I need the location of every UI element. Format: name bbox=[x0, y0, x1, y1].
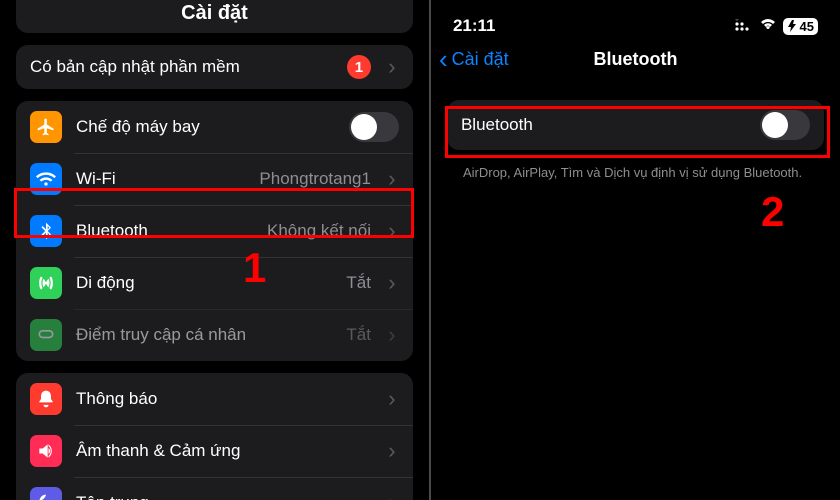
chevron-right-icon: › bbox=[385, 388, 399, 410]
sounds-label: Âm thanh & Cảm ứng bbox=[76, 441, 371, 461]
notifications-label: Thông báo bbox=[76, 389, 371, 409]
hotspot-row[interactable]: Điểm truy cập cá nhân Tắt › bbox=[16, 309, 413, 361]
step-number-1: 1 bbox=[243, 244, 266, 292]
network-group: Chế độ máy bay Wi-Fi Phongtrotang1 › Blu… bbox=[16, 101, 413, 361]
battery-percent: 45 bbox=[800, 19, 814, 34]
bluetooth-caption: AirDrop, AirPlay, Tìm và Dịch vụ định vị… bbox=[431, 156, 840, 182]
hotspot-icon bbox=[30, 319, 62, 351]
focus-row[interactable]: Tập trung › bbox=[16, 477, 413, 500]
bluetooth-value: Không kết nối bbox=[267, 221, 371, 241]
chevron-right-icon: › bbox=[385, 440, 399, 462]
hotspot-value: Tắt bbox=[346, 325, 371, 345]
sounds-row[interactable]: Âm thanh & Cảm ứng › bbox=[16, 425, 413, 477]
wifi-row[interactable]: Wi-Fi Phongtrotang1 › bbox=[16, 153, 413, 205]
chevron-right-icon: › bbox=[385, 272, 399, 294]
nav-bar: ‹ Cài đặt Bluetooth bbox=[431, 40, 840, 82]
back-button[interactable]: ‹ Cài đặt bbox=[439, 46, 509, 72]
chevron-right-icon: › bbox=[385, 492, 399, 500]
cellular-value: Tắt bbox=[346, 273, 371, 293]
battery-indicator: 45 bbox=[783, 18, 818, 35]
update-badge: 1 bbox=[347, 55, 371, 79]
chevron-left-icon: ‹ bbox=[439, 46, 448, 72]
bluetooth-icon bbox=[30, 215, 62, 247]
cellular-label: Di động bbox=[76, 273, 332, 293]
chevron-right-icon: › bbox=[385, 168, 399, 190]
cellular-row[interactable]: Di động Tắt › bbox=[16, 257, 413, 309]
notifications-row[interactable]: Thông báo › bbox=[16, 373, 413, 425]
airplane-mode-row[interactable]: Chế độ máy bay bbox=[16, 101, 413, 153]
back-label: Cài đặt bbox=[452, 49, 509, 70]
bluetooth-settings-screen: 21:11 45 ‹ Cài đặt Bluetooth Bluetooth A… bbox=[431, 0, 840, 500]
notifications-icon bbox=[30, 383, 62, 415]
bluetooth-toggle[interactable] bbox=[760, 110, 810, 140]
software-update-label: Có bản cập nhật phần mềm bbox=[30, 57, 333, 77]
alerts-group: Thông báo › Âm thanh & Cảm ứng › Tập tru… bbox=[16, 373, 413, 500]
chevron-right-icon: › bbox=[385, 56, 399, 78]
settings-main-screen: Cài đặt Có bản cập nhật phần mềm 1 › Chế… bbox=[0, 0, 429, 500]
signal-icon bbox=[735, 16, 753, 36]
airplane-label: Chế độ máy bay bbox=[76, 117, 335, 137]
wifi-value: Phongtrotang1 bbox=[259, 169, 371, 189]
chevron-right-icon: › bbox=[385, 324, 399, 346]
hotspot-label: Điểm truy cập cá nhân bbox=[76, 325, 332, 345]
chevron-right-icon: › bbox=[385, 220, 399, 242]
wifi-status-icon bbox=[759, 16, 777, 36]
bluetooth-toggle-row[interactable]: Bluetooth bbox=[447, 100, 824, 150]
status-bar: 21:11 45 bbox=[431, 0, 840, 40]
wifi-icon bbox=[30, 163, 62, 195]
focus-icon bbox=[30, 487, 62, 500]
airplane-toggle[interactable] bbox=[349, 112, 399, 142]
focus-label: Tập trung bbox=[76, 493, 371, 500]
airplane-icon bbox=[30, 111, 62, 143]
page-title: Cài đặt bbox=[16, 0, 413, 33]
sounds-icon bbox=[30, 435, 62, 467]
step-number-2: 2 bbox=[761, 188, 784, 236]
cellular-icon bbox=[30, 267, 62, 299]
bluetooth-toggle-label: Bluetooth bbox=[461, 115, 746, 135]
software-update-row[interactable]: Có bản cập nhật phần mềm 1 › bbox=[16, 45, 413, 89]
wifi-label: Wi-Fi bbox=[76, 169, 245, 189]
bluetooth-toggle-group: Bluetooth bbox=[447, 100, 824, 150]
bluetooth-row[interactable]: Bluetooth Không kết nối › bbox=[16, 205, 413, 257]
status-time: 21:11 bbox=[453, 16, 496, 36]
software-update-group: Có bản cập nhật phần mềm 1 › bbox=[16, 45, 413, 89]
bluetooth-label: Bluetooth bbox=[76, 221, 253, 241]
